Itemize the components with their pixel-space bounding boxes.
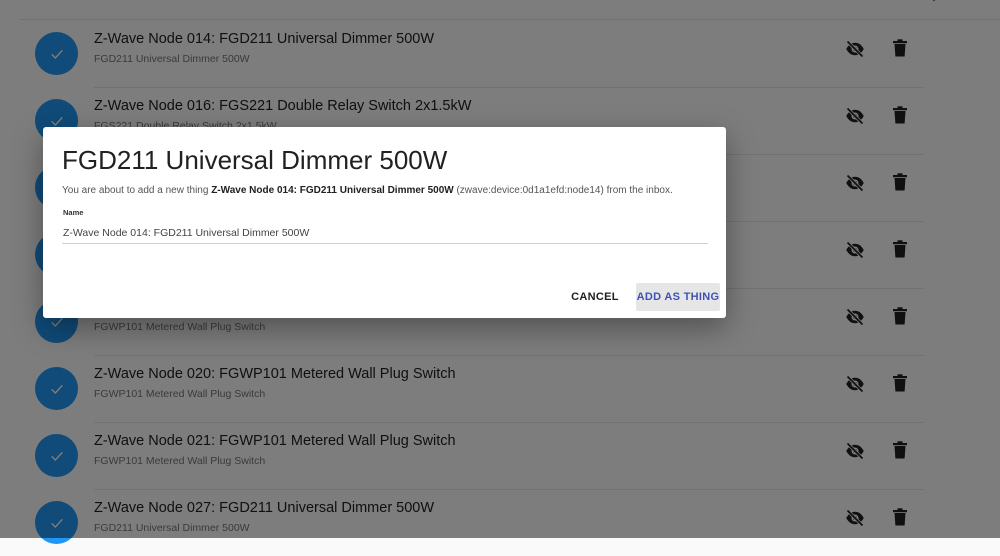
dialog-title: FGD211 Universal Dimmer 500W [62,145,448,175]
name-field-label: Name [63,208,84,217]
add-thing-dialog: FGD211 Universal Dimmer 500W You are abo… [43,127,726,318]
dialog-message-suffix: (zwave:device:0d1a1efd:node14) from the … [453,185,673,196]
dialog-message-prefix: You are about to add a new thing [62,185,212,196]
add-as-thing-button[interactable]: ADD AS THING [636,283,720,311]
dialog-message: You are about to add a new thing Z-Wave … [62,185,673,196]
dialog-thing-name: Z-Wave Node 014: FGD211 Universal Dimmer… [211,185,454,196]
cancel-button[interactable]: CANCEL [566,283,624,311]
name-input[interactable] [62,223,708,244]
